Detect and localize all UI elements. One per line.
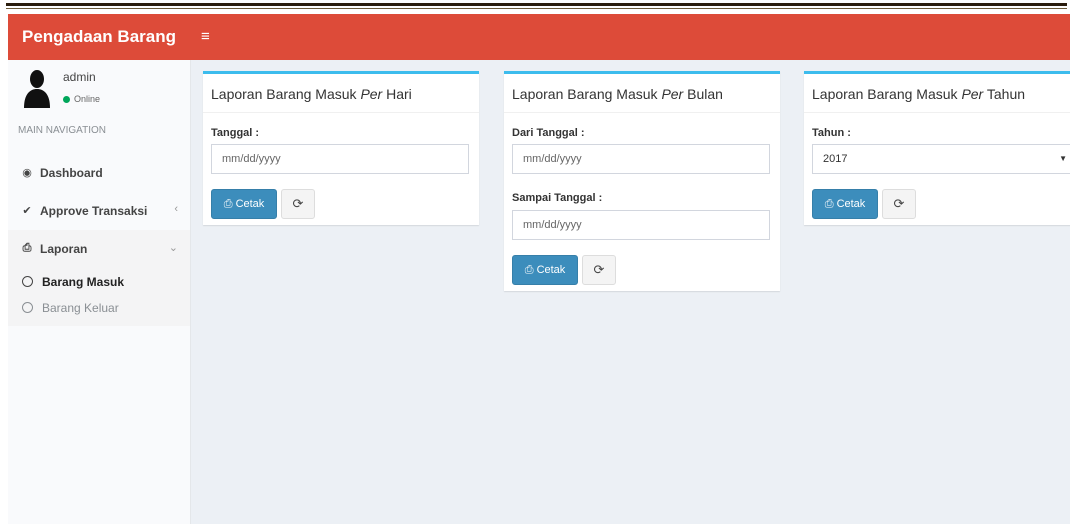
dashboard-icon: ◉ bbox=[22, 167, 32, 179]
sampai-tanggal-input[interactable]: mm/dd/yyyy bbox=[512, 210, 770, 240]
sidebar-item-laporan[interactable]: ⎙ Laporan ⌄ bbox=[8, 230, 190, 268]
cetak-button[interactable]: ⎙ Cetak bbox=[512, 255, 578, 285]
report-box-yearly: Laporan Barang Masuk Per Tahun Tahun : 2… bbox=[804, 71, 1070, 225]
print-icon: ⎙ bbox=[22, 242, 32, 254]
box-title: Laporan Barang Masuk Per Tahun bbox=[812, 86, 1026, 102]
refresh-icon: ⟳ bbox=[893, 196, 905, 211]
tahun-label: Tahun : bbox=[812, 127, 851, 139]
tanggal-input[interactable]: mm/dd/yyyy bbox=[211, 144, 469, 174]
nav-header: MAIN NAVIGATION bbox=[18, 125, 106, 136]
user-name: admin bbox=[63, 70, 96, 84]
sampai-tanggal-label: Sampai Tanggal : bbox=[512, 192, 603, 204]
app-logo[interactable]: Pengadaan Barang bbox=[8, 14, 190, 60]
cetak-button[interactable]: ⎙ Cetak bbox=[812, 189, 878, 219]
sidebar: admin Online MAIN NAVIGATION ◉ Dashboard… bbox=[8, 60, 191, 524]
print-icon: ⎙ bbox=[223, 198, 233, 210]
laporan-submenu: Barang Masuk Barang Keluar bbox=[8, 268, 190, 326]
document-border bbox=[0, 0, 1073, 12]
dari-tanggal-label: Dari Tanggal : bbox=[512, 127, 585, 139]
refresh-button[interactable]: ⟳ bbox=[281, 189, 315, 219]
dropdown-arrow-icon: ▼ bbox=[1059, 154, 1067, 163]
circle-icon bbox=[22, 302, 33, 313]
sidebar-item-approve-transaksi[interactable]: ✔ Approve Transaksi ‹ bbox=[8, 192, 190, 230]
online-dot-icon bbox=[63, 96, 70, 104]
sidebar-toggle-icon[interactable]: ≡ bbox=[201, 14, 210, 60]
cetak-button[interactable]: ⎙ Cetak bbox=[211, 189, 277, 219]
print-icon: ⎙ bbox=[524, 264, 534, 276]
box-title: Laporan Barang Masuk Per Bulan bbox=[512, 86, 723, 102]
box-title: Laporan Barang Masuk Per Hari bbox=[211, 86, 412, 102]
check-icon: ✔ bbox=[22, 205, 32, 217]
report-box-daily: Laporan Barang Masuk Per Hari Tanggal : … bbox=[203, 71, 479, 225]
main-header: Pengadaan Barang ≡ bbox=[8, 14, 1070, 60]
refresh-icon: ⟳ bbox=[292, 196, 304, 211]
app-window: Pengadaan Barang ≡ admin Online MAIN NAV… bbox=[8, 14, 1070, 524]
print-icon: ⎙ bbox=[824, 198, 834, 210]
sidebar-subitem-barang-masuk[interactable]: Barang Masuk bbox=[8, 270, 190, 296]
chevron-down-icon: ⌄ bbox=[168, 242, 178, 254]
sidebar-subitem-barang-keluar[interactable]: Barang Keluar bbox=[8, 296, 190, 322]
user-panel: admin Online bbox=[8, 60, 190, 120]
tanggal-label: Tanggal : bbox=[211, 127, 260, 139]
dari-tanggal-input[interactable]: mm/dd/yyyy bbox=[512, 144, 770, 174]
report-box-monthly: Laporan Barang Masuk Per Bulan Dari Tang… bbox=[504, 71, 780, 291]
user-avatar-icon bbox=[24, 70, 50, 108]
tahun-select[interactable]: 2017 ▼ bbox=[812, 144, 1070, 174]
refresh-button[interactable]: ⟳ bbox=[582, 255, 616, 285]
sidebar-item-dashboard[interactable]: ◉ Dashboard bbox=[8, 154, 190, 192]
refresh-button[interactable]: ⟳ bbox=[882, 189, 916, 219]
user-status: Online bbox=[63, 94, 100, 104]
refresh-icon: ⟳ bbox=[593, 262, 605, 277]
circle-icon bbox=[22, 276, 33, 287]
chevron-left-icon: ‹ bbox=[174, 203, 178, 215]
